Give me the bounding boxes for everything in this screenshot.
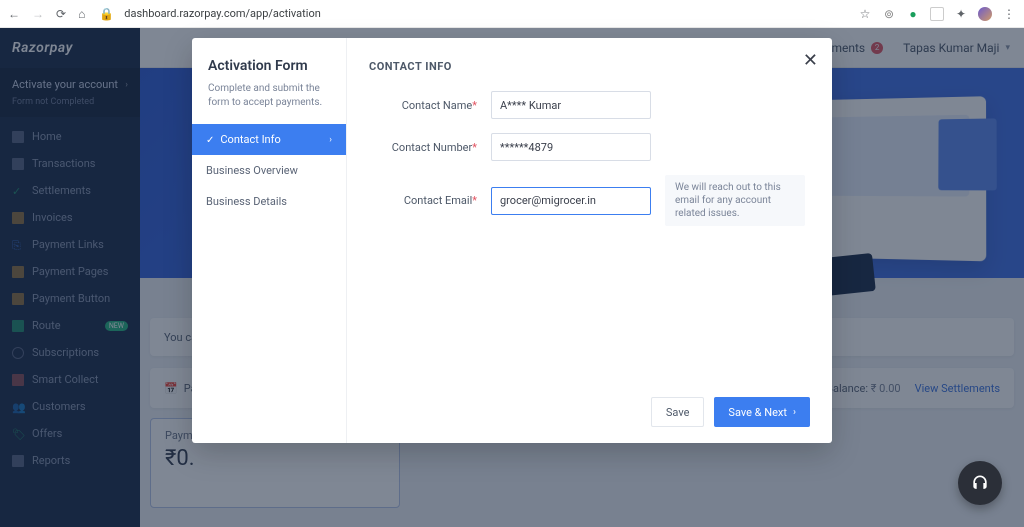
- modal-actions: Save Save & Next›: [369, 397, 810, 427]
- forward-icon[interactable]: →: [32, 7, 44, 21]
- ext-icon[interactable]: ●: [906, 7, 920, 21]
- field-contact-number: Contact Number*: [369, 133, 810, 161]
- ext-icon[interactable]: ⊚: [882, 7, 896, 21]
- url-bar[interactable]: dashboard.razorpay.com/app/activation: [124, 7, 848, 20]
- field-contact-name: Contact Name*: [369, 91, 810, 119]
- reload-icon[interactable]: ⟳: [56, 7, 66, 21]
- step-business-overview[interactable]: Business Overview: [192, 155, 346, 186]
- browser-chrome: ← → ⟳ ⌂ 🔒 dashboard.razorpay.com/app/act…: [0, 0, 1024, 28]
- close-icon: ✕: [803, 50, 818, 71]
- section-heading: CONTACT INFO: [369, 60, 810, 73]
- profile-avatar[interactable]: [978, 7, 992, 21]
- star-icon[interactable]: ☆: [858, 7, 872, 21]
- extensions-icon[interactable]: ✦: [954, 7, 968, 21]
- home-icon[interactable]: ⌂: [78, 7, 85, 21]
- ext-icon[interactable]: [930, 7, 944, 21]
- headphones-icon: [970, 473, 990, 493]
- field-contact-email: Contact Email* We will reach out to this…: [369, 175, 810, 226]
- save-next-button[interactable]: Save & Next›: [714, 397, 810, 427]
- activation-modal: Activation Form Complete and submit the …: [192, 38, 832, 443]
- close-button[interactable]: ✕: [803, 50, 818, 71]
- contact-name-input[interactable]: [491, 91, 651, 119]
- step-contact-info[interactable]: Contact Info›: [192, 124, 346, 155]
- support-fab[interactable]: [958, 461, 1002, 505]
- contact-email-label: Contact Email*: [369, 194, 477, 207]
- back-icon[interactable]: ←: [8, 7, 20, 21]
- menu-icon[interactable]: ⋮: [1002, 7, 1016, 21]
- save-button[interactable]: Save: [651, 397, 705, 427]
- contact-name-label: Contact Name*: [369, 99, 477, 112]
- chevron-right-icon: ›: [329, 135, 332, 145]
- step-business-details[interactable]: Business Details: [192, 186, 346, 217]
- modal-body: ✕ CONTACT INFO Contact Name* Contact Num…: [347, 38, 832, 443]
- contact-number-input[interactable]: [491, 133, 651, 161]
- lock-icon: 🔒: [99, 7, 114, 21]
- modal-subtitle: Complete and submit the form to accept p…: [192, 82, 346, 124]
- chevron-right-icon: ›: [793, 407, 796, 418]
- modal-title: Activation Form: [192, 58, 346, 82]
- contact-email-input[interactable]: [491, 187, 651, 215]
- modal-sidebar: Activation Form Complete and submit the …: [192, 38, 347, 443]
- email-hint: We will reach out to this email for any …: [665, 175, 805, 226]
- contact-number-label: Contact Number*: [369, 141, 477, 154]
